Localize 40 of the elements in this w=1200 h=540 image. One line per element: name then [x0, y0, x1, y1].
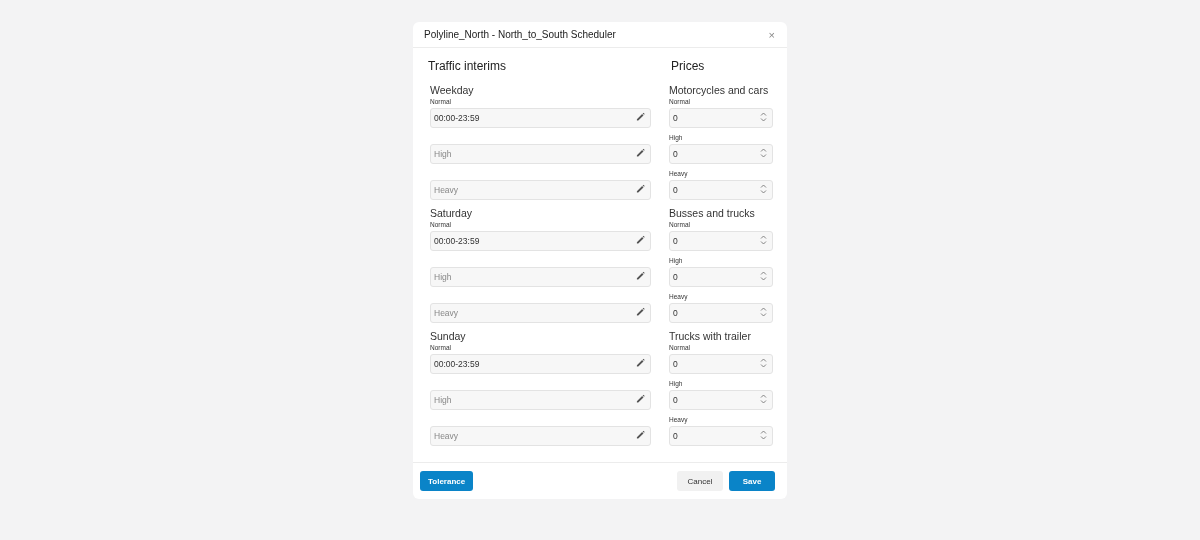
time-range-field[interactable]: Heavy: [430, 303, 651, 323]
section-heading: Traffic interims: [428, 59, 507, 73]
pencil-icon[interactable]: [636, 235, 645, 245]
number-field[interactable]: 0: [669, 144, 773, 164]
close-button[interactable]: ×: [768, 28, 775, 41]
group-title: Saturday: [430, 207, 473, 219]
pencil-icon[interactable]: [636, 394, 645, 404]
time-range-field[interactable]: 00:00-23:59: [430, 231, 651, 251]
time-range-field[interactable]: High: [430, 267, 651, 287]
number-field[interactable]: 0: [669, 426, 773, 446]
group-title: Sunday: [430, 330, 466, 342]
group-title: Weekday: [430, 84, 474, 96]
number-field[interactable]: 0: [669, 390, 773, 410]
section-heading: Prices: [671, 59, 706, 73]
number-field[interactable]: 0: [669, 267, 773, 287]
number-field[interactable]: 0: [669, 231, 773, 251]
time-range-field[interactable]: High: [430, 390, 651, 410]
time-range-field[interactable]: 00:00-23:59: [430, 108, 651, 128]
group-title: Trucks with trailer: [669, 330, 751, 342]
pencil-icon[interactable]: [636, 430, 645, 440]
dialog-button[interactable]: Cancel: [677, 471, 723, 491]
tolerance-button[interactable]: Tolerance: [420, 471, 474, 491]
pencil-icon[interactable]: [636, 112, 645, 122]
group-title: Busses and trucks: [669, 207, 755, 219]
pencil-icon[interactable]: [636, 271, 645, 281]
pencil-icon[interactable]: [636, 307, 645, 317]
dialog-title: Polyline_North - North_to_South Scheduler: [424, 29, 616, 40]
pencil-icon[interactable]: [636, 184, 645, 194]
number-field[interactable]: 0: [669, 303, 773, 323]
pencil-icon[interactable]: [636, 148, 645, 158]
time-range-field[interactable]: Heavy: [430, 180, 651, 200]
number-field[interactable]: 0: [669, 354, 773, 374]
time-range-field[interactable]: Heavy: [430, 426, 651, 446]
dialog-button[interactable]: Save: [729, 471, 775, 491]
number-field[interactable]: 0: [669, 108, 773, 128]
time-range-field[interactable]: 00:00-23:59: [430, 354, 651, 374]
time-range-field[interactable]: High: [430, 144, 651, 164]
pencil-icon[interactable]: [636, 358, 645, 368]
group-title: Motorcycles and cars: [669, 84, 769, 96]
number-field[interactable]: 0: [669, 180, 773, 200]
